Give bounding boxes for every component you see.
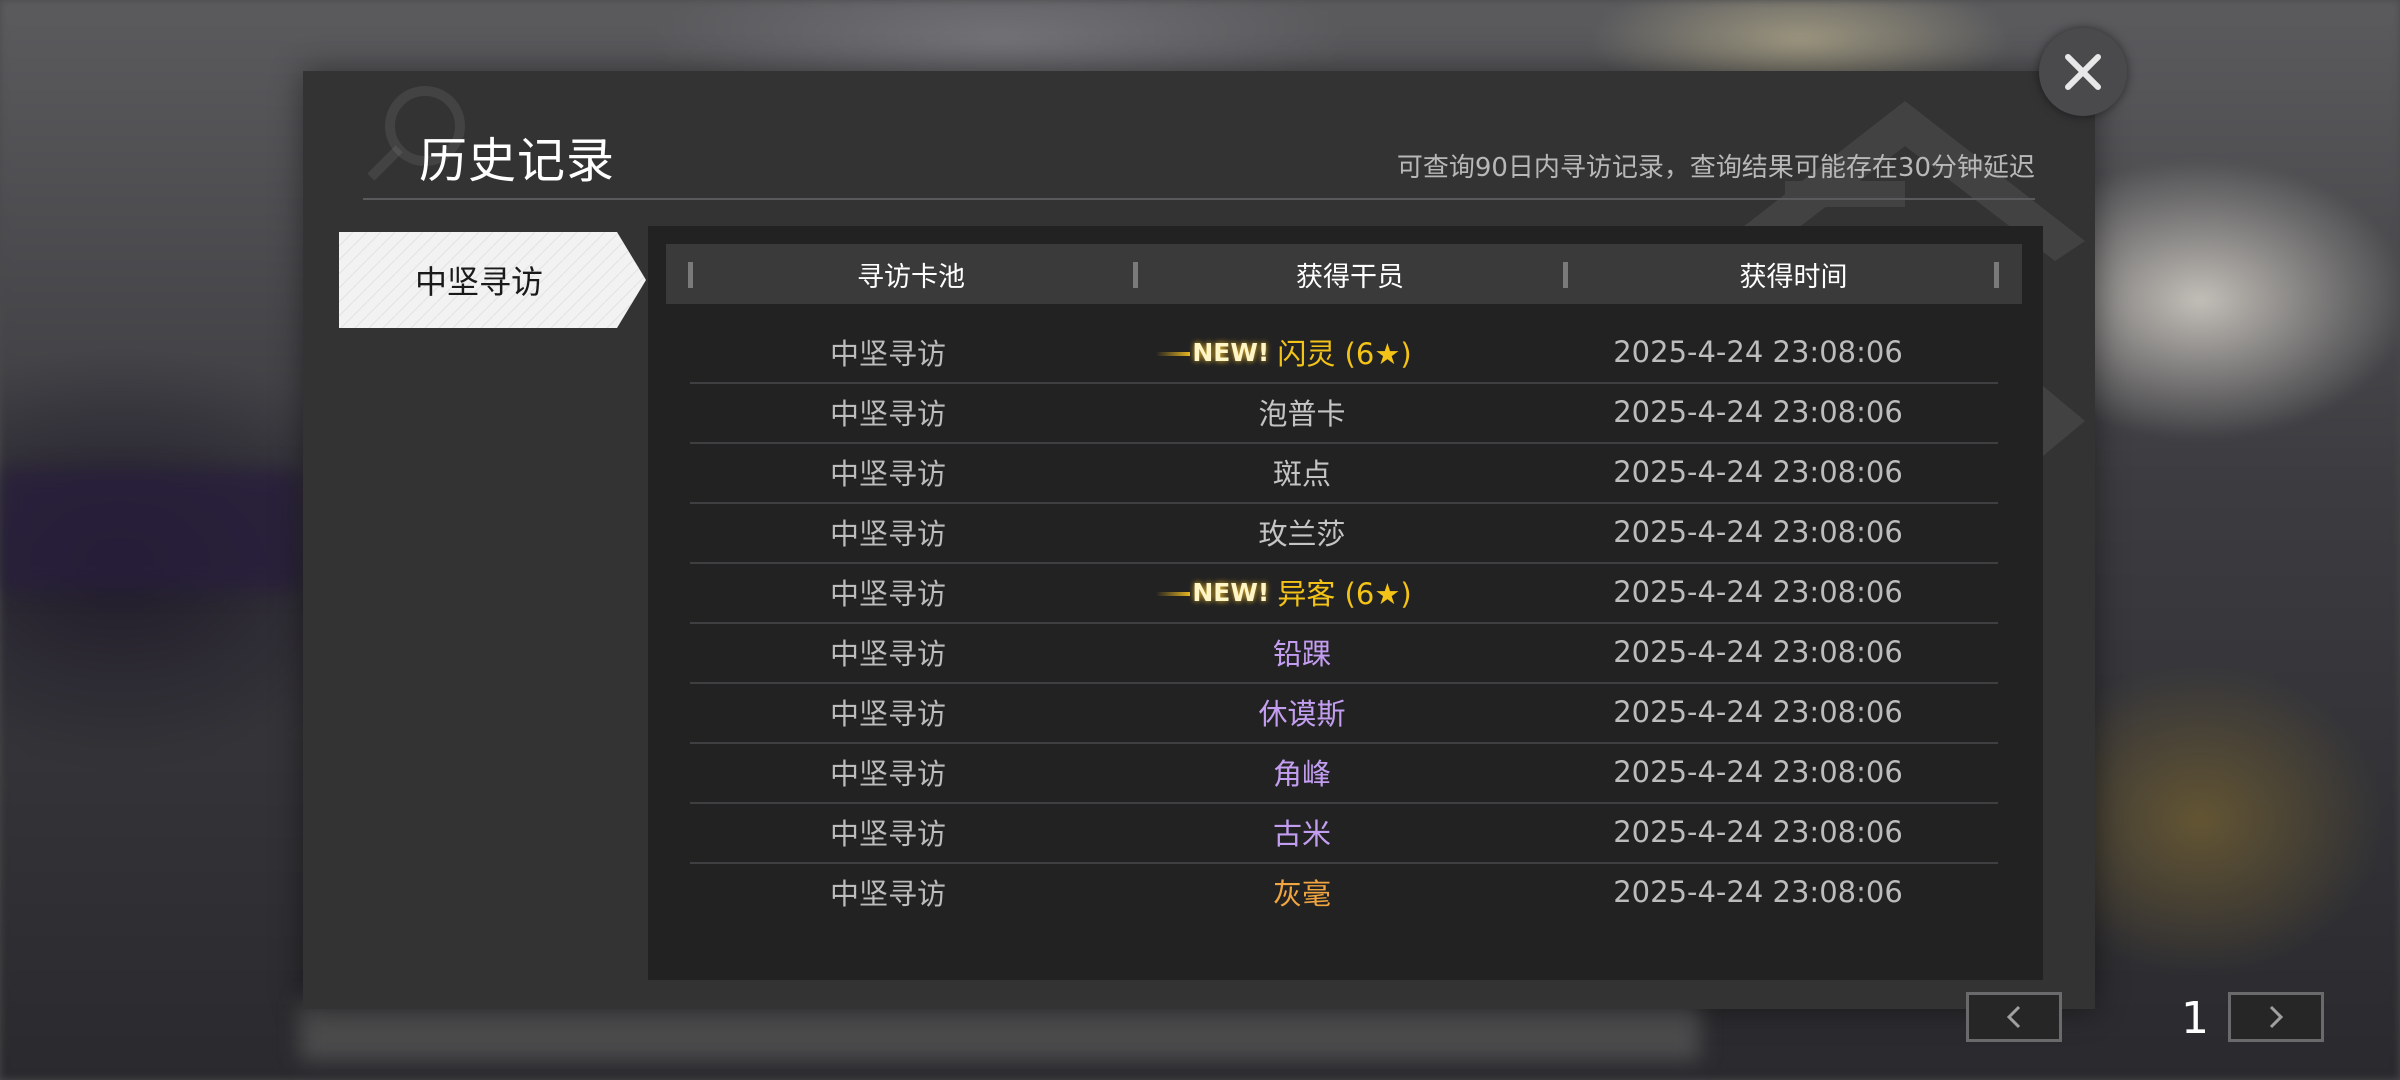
table-row: 中坚寻访 灰毫 2025-4-24 23:08:06 [690,862,1998,922]
query-notice: 可查询90日内寻访记录，查询结果可能存在30分钟延迟 [1396,153,2035,183]
table-row: 中坚寻访 角峰 2025-4-24 23:08:06 [690,742,1998,804]
header-time: 获得时间 [1739,261,1848,293]
chevron-left-icon [2006,1005,2021,1029]
header-pool: 寻访卡池 [857,261,965,293]
time-cell: 2025-4-24 23:08:06 [1613,875,1903,909]
close-button[interactable] [2039,28,2127,116]
pool-cell: 中坚寻访 [829,397,946,431]
time-cell: 2025-4-24 23:08:06 [1613,395,1903,429]
header-separator [688,262,693,288]
operator-cell: 斑点 [1086,442,1518,502]
pool-cell: 中坚寻访 [829,697,946,731]
prev-page-button[interactable] [1966,992,2062,1042]
title-divider [363,198,2035,200]
operator-name: 古米 [1272,817,1331,851]
operator-name: 铅踝 [1272,637,1331,671]
chevron-right-icon [2269,1005,2284,1029]
table-row: 中坚寻访 玫兰莎 2025-4-24 23:08:06 [690,502,1998,564]
operator-name: 角峰 [1272,757,1331,791]
history-dialog: 历史记录 可查询90日内寻访记录，查询结果可能存在30分钟延迟 中坚寻访 寻访卡… [303,71,2324,1044]
table-row: 中坚寻访 NEW! 异客 (6★) 2025-4-24 23:08:06 [690,562,1998,624]
table-row: 中坚寻访 古米 2025-4-24 23:08:06 [690,802,1998,864]
table-row: 中坚寻访 泡普卡 2025-4-24 23:08:06 [690,382,1998,444]
records-panel: 寻访卡池 获得干员 获得时间 中坚寻访 NEW! 闪灵 (6★) 2025-4-24 … [648,226,2324,1044]
table-header: 寻访卡池 获得干员 获得时间 [666,244,2022,304]
table-row: 中坚寻访 铅踝 2025-4-24 23:08:06 [690,622,1998,684]
next-page-button[interactable] [2228,992,2324,1042]
operator-cell: 角峰 [1086,742,1518,802]
header-separator [1563,262,1568,288]
operator-name: 灰毫 [1272,877,1331,911]
table-row: 中坚寻访 斑点 2025-4-24 23:08:06 [690,442,1998,504]
background-blur-shape [300,1000,1700,1060]
pool-cell: 中坚寻访 [829,517,946,551]
pool-cell: 中坚寻访 [829,457,946,491]
new-badge: NEW! [1156,337,1270,367]
new-badge: NEW! [1156,577,1270,607]
operator-name: 斑点 [1272,457,1331,491]
operator-name: 闪灵 (6★) [1277,337,1412,371]
tab-label: 中坚寻访 [414,263,543,301]
time-cell: 2025-4-24 23:08:06 [1613,695,1903,729]
time-cell: 2025-4-24 23:08:06 [1613,635,1903,669]
dialog-title: 历史记录 [419,133,616,189]
time-cell: 2025-4-24 23:08:06 [1613,755,1903,789]
tab-standard-headhunting[interactable]: 中坚寻访 [339,232,646,328]
pool-cell: 中坚寻访 [829,877,946,911]
pool-cell: 中坚寻访 [829,817,946,851]
header-operator: 获得干员 [1296,261,1404,293]
operator-cell: 泡普卡 [1086,382,1518,442]
operator-name: 异客 (6★) [1277,577,1412,611]
time-cell: 2025-4-24 23:08:06 [1613,515,1903,549]
operator-name: 玫兰莎 [1258,517,1346,551]
operator-cell: 休谟斯 [1086,682,1518,742]
operator-cell: 灰毫 [1086,862,1518,922]
operator-cell: 玫兰莎 [1086,502,1518,562]
pool-cell: 中坚寻访 [829,577,946,611]
time-cell: 2025-4-24 23:08:06 [1613,575,1903,609]
background-blur-shape [0,470,300,590]
header-separator [1994,262,1999,288]
pool-cell: 中坚寻访 [829,337,946,371]
table-row: 中坚寻访 NEW! 闪灵 (6★) 2025-4-24 23:08:06 [690,322,1998,384]
pool-cell: 中坚寻访 [829,637,946,671]
time-cell: 2025-4-24 23:08:06 [1613,815,1903,849]
operator-cell: NEW! 闪灵 (6★) [1086,322,1518,382]
operator-cell: 古米 [1086,802,1518,862]
pool-cell: 中坚寻访 [829,757,946,791]
operator-name: 休谟斯 [1258,697,1346,731]
table-row: 中坚寻访 休谟斯 2025-4-24 23:08:06 [690,682,1998,744]
close-icon [2065,54,2101,90]
header-separator [1133,262,1138,288]
time-cell: 2025-4-24 23:08:06 [1613,455,1903,489]
time-cell: 2025-4-24 23:08:06 [1613,335,1903,369]
operator-cell: 铅踝 [1086,622,1518,682]
operator-name: 泡普卡 [1258,397,1346,431]
operator-cell: NEW! 异客 (6★) [1086,562,1518,622]
